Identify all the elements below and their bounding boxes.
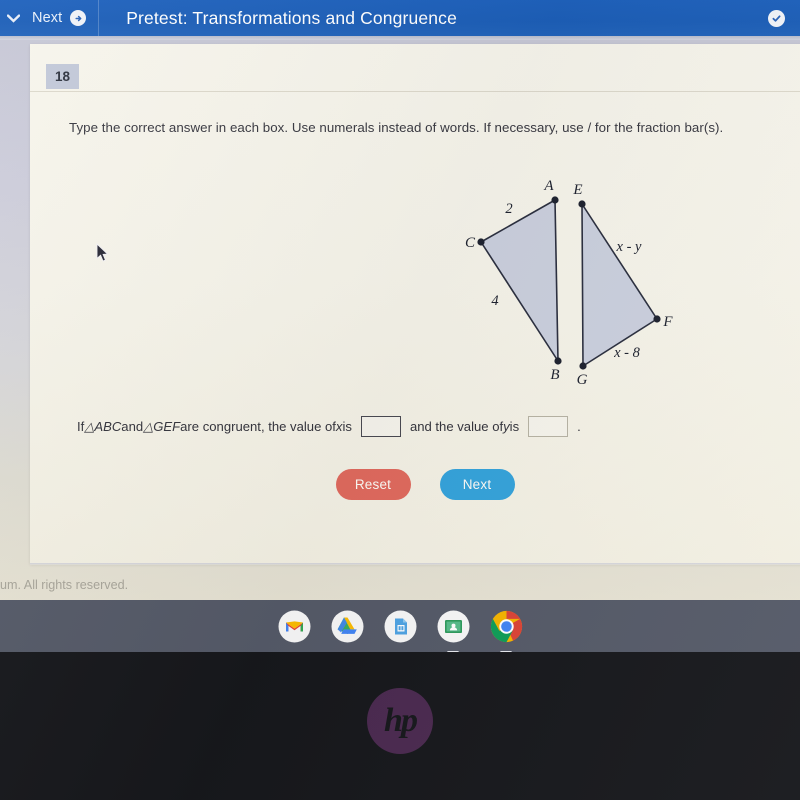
answer-input-x[interactable] [360,416,401,437]
shelf-app-list [0,600,800,654]
answer-between: and the value of [409,419,504,434]
triangle-abc-label: △ABC [84,418,122,434]
triangle-abc-shape [480,199,559,362]
triangle-egf-shape [581,203,658,367]
laptop-screen: Next Pretest: Transformations and Congru… [0,0,800,600]
reset-button[interactable]: Reset [335,469,411,500]
vertex-label-e: E [572,182,582,198]
answer-conjunction: and [121,419,144,434]
side-label-x-minus-8: x - 8 [613,345,641,361]
question-instructions: Type the correct answer in each box. Use… [69,120,724,135]
side-label-4: 4 [491,293,498,309]
arrow-cursor [96,242,109,263]
answer-middle: are congruent, the value of [180,419,336,434]
side-label-2: 2 [505,201,512,217]
vertex-label-g: G [577,372,588,388]
google-drive-icon[interactable] [331,610,364,643]
card-bottom-divider [30,563,800,565]
copyright-footer: um. All rights reserved. [0,578,129,592]
vertex-label-f: F [662,314,673,330]
gmail-icon[interactable] [278,610,311,643]
hp-logo: hp [367,688,433,754]
answer-is-1: is [342,419,352,434]
hp-logo-text: hp [384,702,418,739]
next-button[interactable]: Next [439,469,515,500]
answer-period: . [577,419,581,434]
top-next-label: Next [32,10,63,26]
top-bar-divider [98,0,100,36]
side-label-x-minus-y: x - y [616,239,643,255]
chevron-down-icon[interactable] [0,0,26,36]
chromeos-shelf [0,600,800,654]
answer-sentence: If △ABC and △GEF are congruent, the valu… [77,416,797,437]
answer-is-2: is [509,419,520,434]
vertex-label-c: C [465,235,476,251]
page-title: Pretest: Transformations and Congruence [126,7,457,28]
question-header-divider [30,91,800,92]
check-circle-icon[interactable] [768,10,785,27]
question-number-badge: 18 [46,64,79,89]
google-docs-icon[interactable] [384,610,417,643]
action-buttons: Reset Next [30,469,800,500]
congruent-triangles-figure: A C B E F G 2 4 x - y x - 8 [425,174,675,399]
vertex-label-b: B [550,367,559,383]
google-classroom-icon[interactable] [437,610,470,654]
question-card: 18 Type the correct answer in each box. … [30,44,800,565]
app-top-bar: Next Pretest: Transformations and Congru… [0,0,800,40]
vertex-label-a: A [543,178,554,194]
top-next-button[interactable]: Next [26,0,98,36]
chrome-icon[interactable] [490,610,523,654]
answer-input-y[interactable] [528,416,569,437]
arrow-right-circle-icon [70,10,87,26]
triangle-gef-label: △GEF [143,418,181,434]
laptop-bezel: hp [0,652,800,800]
